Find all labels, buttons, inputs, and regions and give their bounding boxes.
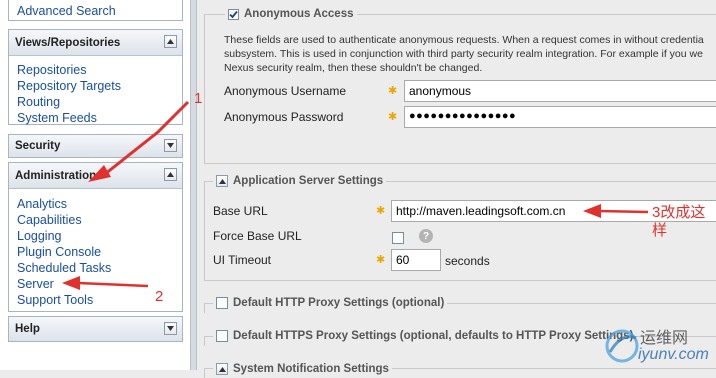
annotation-arrowhead-1: [88, 165, 111, 182]
watermark-logo: 运维网 iyunv.com: [602, 322, 714, 368]
annotation-label-3a: 3改成这: [652, 204, 706, 221]
watermark-text-cn: 运维网: [640, 330, 689, 347]
annotation-arrow-1: [99, 100, 190, 180]
annotation-arrow-2: [77, 281, 149, 288]
annotation-arrowhead-2: [62, 276, 80, 290]
watermark-swirl-icon: [605, 329, 639, 363]
annotation-arrowhead-3: [583, 204, 601, 218]
annotation-arrows: [62, 100, 649, 290]
annotation-arrow-3: [597, 209, 649, 214]
annotation-label-1: 1: [194, 90, 203, 107]
annotation-label-2: 2: [155, 288, 164, 305]
watermark-text-en: iyunv.com: [638, 346, 709, 363]
annotation-label-3b: 样: [652, 222, 668, 239]
